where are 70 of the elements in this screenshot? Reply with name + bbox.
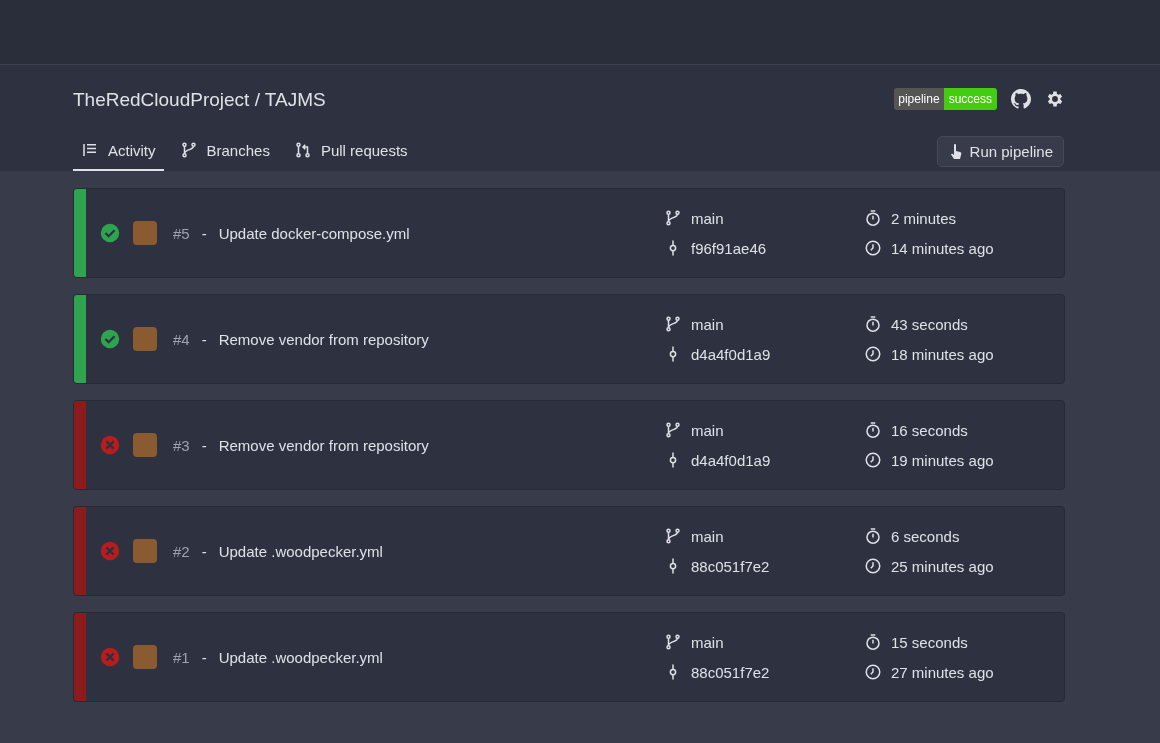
clock-icon (864, 663, 882, 681)
duration: 16 seconds (891, 421, 968, 439)
duration: 2 minutes (891, 209, 957, 227)
commit-hash: d4a4f0d1a9 (691, 451, 771, 469)
separator: - (201, 542, 207, 560)
pipeline-number: #5 (173, 224, 190, 242)
stopwatch-icon (864, 315, 882, 333)
separator: - (201, 224, 207, 242)
clock-icon (864, 557, 882, 575)
time-ago: 27 minutes ago (891, 663, 994, 681)
stopwatch-icon (864, 209, 882, 227)
avatar-placeholder (133, 327, 157, 351)
branch-icon (179, 141, 198, 159)
pipeline-card[interactable]: #5 - Update docker-compose.yml main 2 minutes f96f91ae46 14 minutes ago (73, 188, 1065, 278)
pipeline-number: #3 (173, 436, 190, 454)
branch-icon (664, 421, 682, 439)
pipeline-number: #2 (173, 542, 190, 560)
repo-title: TheRedCloudProject / TAJMS (73, 88, 326, 111)
commit-hash: 88c051f7e2 (691, 663, 770, 681)
stopwatch-icon (864, 527, 882, 545)
separator: - (201, 436, 207, 454)
time-ago: 14 minutes ago (891, 239, 994, 257)
commit-message: Update .woodpecker.yml (218, 648, 383, 666)
duration: 43 seconds (891, 315, 968, 333)
time-ago: 19 minutes ago (891, 451, 994, 469)
time-ago: 25 minutes ago (891, 557, 994, 575)
time-ago: 18 minutes ago (891, 345, 994, 363)
commit-hash: d4a4f0d1a9 (691, 345, 771, 363)
commit-message: Update .woodpecker.yml (218, 542, 383, 560)
clock-icon (864, 451, 882, 469)
avatar-placeholder (133, 539, 157, 563)
branch-icon (664, 527, 682, 545)
pipeline-card[interactable]: #3 - Remove vendor from repository main 16 seconds d4a4f0d1a9 19 minutes ago (73, 400, 1065, 490)
commit-hash: 88c051f7e2 (691, 557, 770, 575)
duration: 6 seconds (891, 527, 960, 545)
commit-message: Remove vendor from repository (218, 436, 429, 454)
pipeline-number: #1 (173, 648, 190, 666)
branch-name: main (691, 527, 724, 545)
branch-icon (664, 209, 682, 227)
commit-message: Update docker-compose.yml (218, 224, 410, 242)
pipeline-number: #4 (173, 330, 190, 348)
clock-icon (864, 239, 882, 257)
separator: - (201, 330, 207, 348)
stopwatch-icon (864, 633, 882, 651)
pipeline-card[interactable]: #2 - Update .woodpecker.yml main 6 seconds 88c051f7e2 25 minutes ago (73, 506, 1065, 596)
list-icon (81, 141, 99, 159)
clock-icon (864, 345, 882, 363)
avatar-placeholder (133, 433, 157, 457)
tab[interactable]: Pull requests (285, 141, 416, 171)
tab[interactable]: Branches (171, 141, 278, 171)
tab[interactable]: Activity (73, 141, 164, 171)
stopwatch-icon (864, 421, 882, 439)
branch-name: main (691, 421, 724, 439)
settings-icon[interactable] (1045, 89, 1065, 109)
duration: 15 seconds (891, 633, 968, 651)
commit-message: Remove vendor from repository (218, 330, 429, 348)
branch-name: main (691, 209, 724, 227)
branch-name: main (691, 633, 724, 651)
pull-request-icon (293, 141, 312, 159)
branch-icon (664, 633, 682, 651)
github-icon[interactable] (1011, 89, 1031, 109)
pipeline-card[interactable]: #4 - Remove vendor from repository main 43 seconds d4a4f0d1a9 18 minutes ago (73, 294, 1065, 384)
avatar-placeholder (133, 645, 157, 669)
avatar-placeholder (133, 221, 157, 245)
run-pipeline-button[interactable]: Run pipeline (936, 136, 1064, 167)
pipeline-card[interactable]: #1 - Update .woodpecker.yml main 15 seconds 88c051f7e2 27 minutes ago (73, 612, 1065, 702)
branch-name: main (691, 315, 724, 333)
commit-hash: f96f91ae46 (691, 239, 767, 257)
branch-icon (664, 315, 682, 333)
separator: - (201, 648, 207, 666)
